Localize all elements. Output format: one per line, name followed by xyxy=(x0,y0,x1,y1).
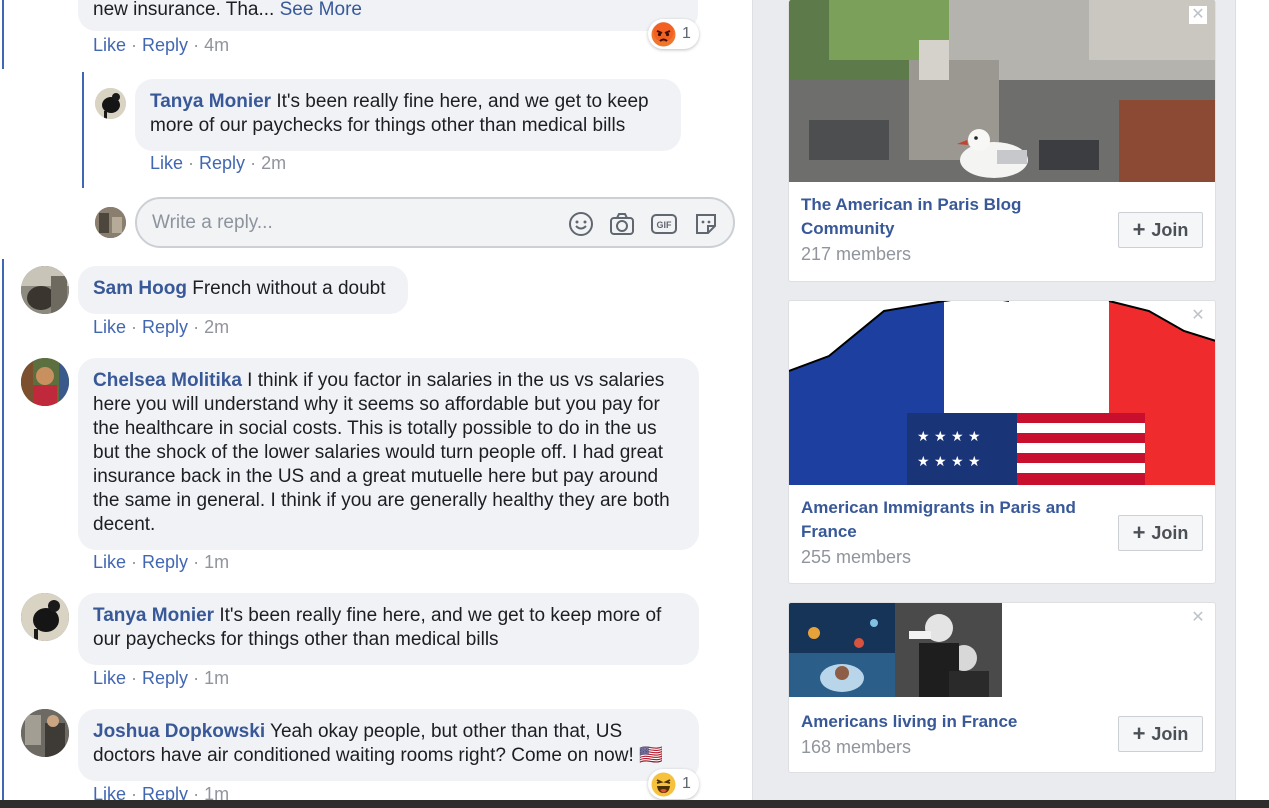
group-cover-image[interactable] xyxy=(789,0,1215,182)
join-button[interactable]: + Join xyxy=(1118,515,1203,551)
comment-author[interactable]: Tanya Monier xyxy=(150,91,271,112)
join-button[interactable]: + Join xyxy=(1118,716,1203,752)
reply-link[interactable]: Reply xyxy=(142,668,188,688)
reaction-count: 1 xyxy=(682,775,691,792)
see-more-link[interactable]: See More xyxy=(280,0,362,20)
close-icon[interactable]: ✕ xyxy=(1189,307,1207,325)
like-link[interactable]: Like xyxy=(93,317,126,337)
comment-time[interactable]: 2m xyxy=(261,153,286,173)
comment-actions: Like · Reply · 2m xyxy=(150,153,287,173)
reaction-count: 1 xyxy=(682,25,691,42)
close-icon[interactable]: ✕ xyxy=(1189,609,1207,627)
group-name[interactable]: Americans living in France xyxy=(801,710,1101,734)
camera-icon[interactable] xyxy=(609,211,635,237)
comment-text: French without a doubt xyxy=(186,278,386,299)
comment-time[interactable]: 2m xyxy=(204,317,229,337)
gif-icon[interactable]: GIF xyxy=(651,211,677,237)
like-link[interactable]: Like xyxy=(93,552,126,572)
comment-author[interactable]: Sam Hoog xyxy=(93,278,187,299)
comment-bubble: Chelsea Molitika I think if you factor i… xyxy=(78,358,699,550)
current-user-avatar xyxy=(95,207,126,238)
group-members: 217 members xyxy=(801,244,912,264)
comment-bubble: Tanya Monier It's been really fine here,… xyxy=(78,593,699,665)
avatar[interactable] xyxy=(21,358,69,406)
group-members: 168 members xyxy=(801,737,912,757)
avatar[interactable] xyxy=(21,593,69,641)
reply-link[interactable]: Reply xyxy=(142,35,188,55)
avatar[interactable] xyxy=(21,709,69,757)
plus-icon: + xyxy=(1132,721,1146,746)
reply-composer[interactable]: GIF xyxy=(135,197,735,248)
reaction-badge[interactable]: 1 xyxy=(648,19,699,49)
reply-link[interactable]: Reply xyxy=(142,317,188,337)
group-name[interactable]: American Immigrants in Paris and France xyxy=(801,496,1101,544)
reaction-badge[interactable]: 1 xyxy=(648,769,699,799)
comment-time[interactable]: 1m xyxy=(204,552,229,572)
avatar[interactable] xyxy=(95,88,126,119)
group-name[interactable]: The American in Paris Blog Community xyxy=(801,193,1101,241)
reply-link[interactable]: Reply xyxy=(199,153,245,173)
taskbar-edge xyxy=(0,800,1269,808)
emoji-icon[interactable] xyxy=(568,211,594,237)
comment-time[interactable]: 1m xyxy=(204,668,229,688)
thread-line xyxy=(2,259,4,808)
comment-actions: Like · Reply · 1m xyxy=(93,668,230,688)
thread-line xyxy=(2,0,4,69)
comment-author[interactable]: Chelsea Molitika xyxy=(93,370,242,391)
svg-text:★ ★ ★ ★: ★ ★ ★ ★ xyxy=(917,454,981,470)
join-button[interactable]: + Join xyxy=(1118,212,1203,248)
comment-actions: Like · Reply · 2m xyxy=(93,317,230,337)
svg-text:★ ★ ★ ★: ★ ★ ★ ★ xyxy=(917,429,981,445)
reply-input[interactable] xyxy=(152,209,542,237)
comment-text: new insurance. Tha... xyxy=(93,0,275,20)
reply-thread-line xyxy=(82,72,84,188)
comments-panel: new insurance. Tha... See More 1 Like · … xyxy=(0,0,752,808)
avatar[interactable] xyxy=(21,266,69,314)
scrollbar[interactable] xyxy=(1235,0,1269,808)
angry-emoji-icon xyxy=(651,21,676,47)
comment-bubble: new insurance. Tha... See More xyxy=(78,0,698,31)
plus-icon: + xyxy=(1132,520,1146,545)
suggested-groups-panel: ✕ The American in Paris Blog Community 2… xyxy=(770,0,1235,808)
svg-text:GIF: GIF xyxy=(657,220,673,230)
comment-bubble: Sam Hoog French without a doubt xyxy=(78,266,408,314)
group-card: ✕ Americans living in France 168 members… xyxy=(788,602,1216,773)
group-card: ★ ★ ★ ★ ★ ★ ★ ★ ✕ American Immigrants in… xyxy=(788,300,1216,584)
comment-time[interactable]: 4m xyxy=(204,35,229,55)
close-icon[interactable]: ✕ xyxy=(1189,6,1207,24)
like-link[interactable]: Like xyxy=(93,668,126,688)
group-cover-image[interactable]: ★ ★ ★ ★ ★ ★ ★ ★ xyxy=(789,301,1215,485)
reply-link[interactable]: Reply xyxy=(142,552,188,572)
comment-actions: Like · Reply · 4m xyxy=(93,35,230,55)
group-cover-image[interactable] xyxy=(789,603,1002,697)
laughing-emoji-icon xyxy=(651,772,676,797)
comment-text: I think if you factor in salaries in the… xyxy=(93,370,670,535)
comment-bubble: Joshua Dopkowski Yeah okay people, but o… xyxy=(78,709,699,781)
comment-actions: Like · Reply · 1m xyxy=(93,552,230,572)
sticker-icon[interactable] xyxy=(693,211,719,237)
column-divider xyxy=(752,0,770,808)
comment-author[interactable]: Joshua Dopkowski xyxy=(93,721,265,742)
comment-author[interactable]: Tanya Monier xyxy=(93,605,214,626)
plus-icon: + xyxy=(1132,217,1146,242)
group-card: ✕ The American in Paris Blog Community 2… xyxy=(788,0,1216,282)
reply-bubble: Tanya Monier It's been really fine here,… xyxy=(135,79,681,151)
group-members: 255 members xyxy=(801,547,912,567)
like-link[interactable]: Like xyxy=(150,153,183,173)
like-link[interactable]: Like xyxy=(93,35,126,55)
